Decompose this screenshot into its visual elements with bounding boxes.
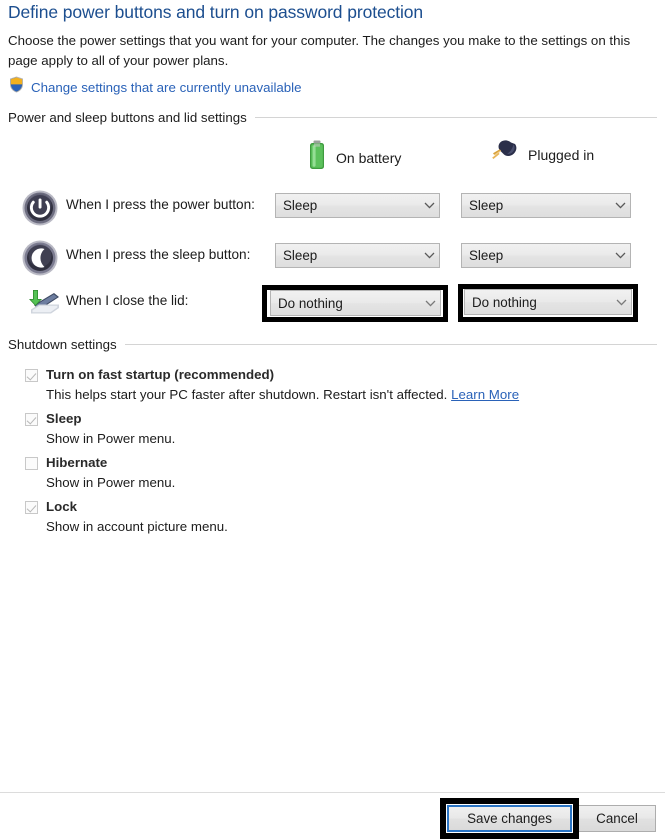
setting-row-label: When I press the sleep button: [66,247,251,262]
group-header-shutdown-settings: Shutdown settings [8,337,657,352]
checkbox-label: Turn on fast startup (recommended) [46,367,275,382]
checkbox-row[interactable]: Turn on fast startup (recommended) [25,367,274,382]
shield-icon [9,76,24,98]
option-description: Show in Power menu. [46,475,176,490]
group-header-label: Shutdown settings [8,337,117,352]
chevron-down-icon [420,291,440,315]
save-changes-button[interactable]: Save changes [447,805,572,832]
chevron-down-icon [419,194,439,217]
change-unavailable-settings-link[interactable]: Change settings that are currently unava… [9,76,302,98]
dropdown-sleep-button-plugged-in[interactable]: Sleep [461,243,631,268]
cancel-button[interactable]: Cancel [578,805,656,832]
footer-divider [0,792,665,793]
dropdown-close-lid-plugged-in[interactable]: Do nothing [464,289,632,315]
page-intro-text: Choose the power settings that you want … [8,33,631,68]
dropdown-power-button-plugged-in[interactable]: Sleep [461,193,631,218]
checkbox-label: Hibernate [46,455,108,470]
dropdown-value: Sleep [283,248,318,263]
group-divider-line [124,344,657,345]
option-description: Show in Power menu. [46,431,176,446]
group-divider-line [254,117,657,118]
checkbox-label: Sleep [46,411,82,426]
power-button-icon [21,189,59,227]
column-header-on-battery: On battery [308,140,401,175]
column-header-plugged-in: Plugged in [488,140,594,169]
chevron-down-icon [419,244,439,267]
chevron-down-icon [611,290,631,314]
power-plug-icon [488,140,518,169]
dropdown-value: Do nothing [472,294,537,310]
group-header-power-sleep-lid: Power and sleep buttons and lid settings [8,110,657,125]
change-unavailable-settings-label: Change settings that are currently unava… [31,79,302,95]
dropdown-close-lid-on-battery[interactable]: Do nothing [270,290,441,316]
checkbox-row[interactable]: Lock [25,499,77,514]
chevron-down-icon [610,194,630,217]
option-description: This helps start your PC faster after sh… [46,387,519,402]
dropdown-value: Sleep [469,248,504,263]
column-header-label: Plugged in [528,146,595,163]
setting-row-label: When I press the power button: [66,197,255,212]
dropdown-sleep-button-on-battery[interactable]: Sleep [275,243,440,268]
checkbox-sleep[interactable] [25,413,38,426]
option-description-text: This helps start your PC faster after sh… [46,387,448,402]
learn-more-link[interactable]: Learn More [451,387,519,402]
checkbox-fast-startup[interactable] [25,369,38,382]
option-description: Show in account picture menu. [46,519,228,534]
laptop-lid-icon [21,285,59,323]
dropdown-value: Sleep [283,198,318,213]
dropdown-power-button-on-battery[interactable]: Sleep [275,193,440,218]
group-header-label: Power and sleep buttons and lid settings [8,110,247,125]
battery-icon [308,140,326,175]
checkbox-hibernate[interactable] [25,457,38,470]
chevron-down-icon [610,244,630,267]
dropdown-value: Do nothing [278,295,343,311]
setting-row-power-button: When I press the power button: Sleep Sle… [0,186,665,230]
setting-row-sleep-button: When I press the sleep button: Sleep Sle… [0,236,665,280]
checkbox-lock[interactable] [25,501,38,514]
column-header-label: On battery [336,149,402,166]
sleep-moon-icon [21,239,59,277]
checkbox-row[interactable]: Hibernate [25,455,107,470]
checkbox-row[interactable]: Sleep [25,411,81,426]
dropdown-value: Sleep [469,198,504,213]
checkbox-label: Lock [46,499,78,514]
setting-row-label: When I close the lid: [66,293,189,308]
page-title: Define power buttons and turn on passwor… [8,2,424,22]
